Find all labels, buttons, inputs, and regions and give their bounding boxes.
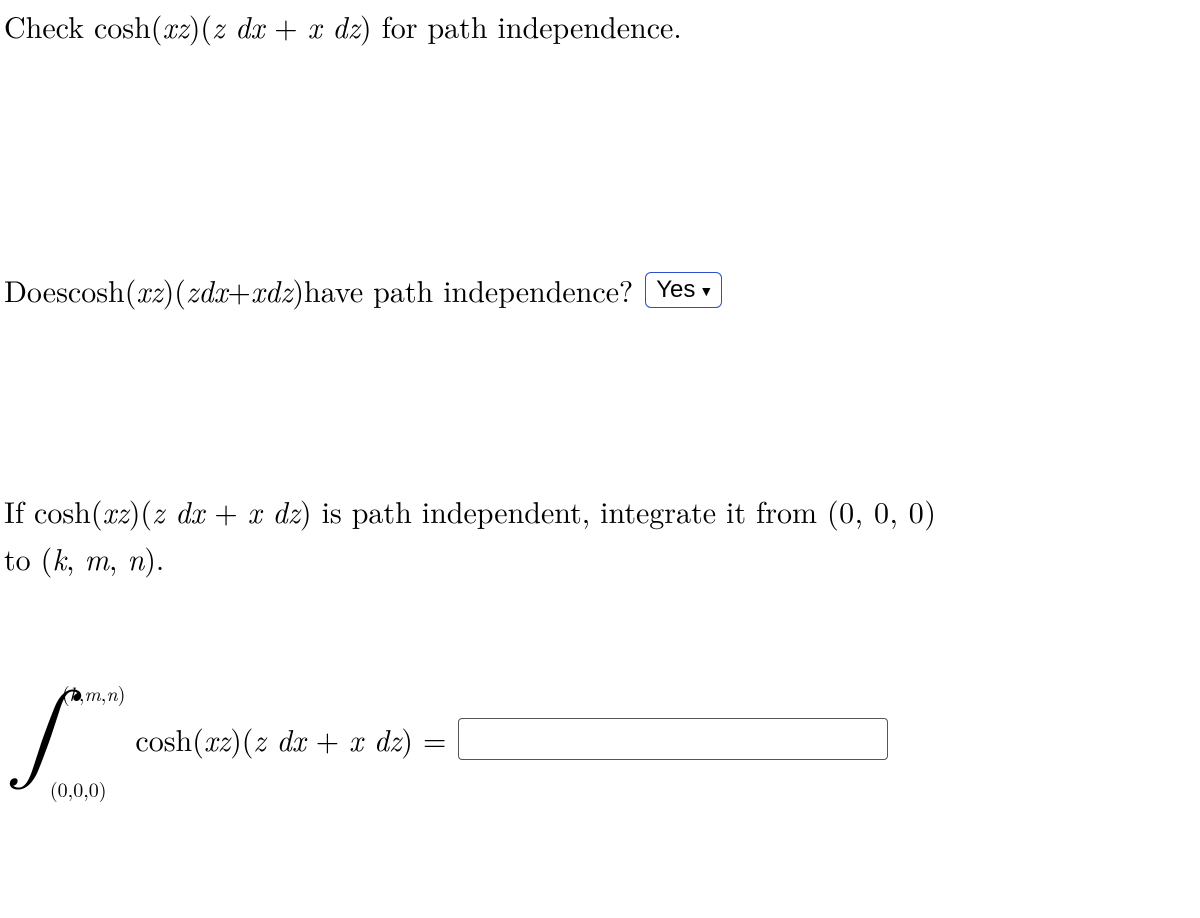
to-open: (: [41, 536, 53, 579]
prompt-line: Check cosh(xz)(z dx + x dz) for path ind…: [4, 8, 1190, 44]
dz: dz: [265, 272, 293, 308]
arg-xz: xz: [136, 272, 162, 308]
var-z: z: [212, 4, 224, 47]
plus: +: [204, 489, 247, 532]
dz: dz: [322, 4, 360, 47]
var-z: z: [253, 717, 265, 760]
var-x: x: [349, 717, 363, 760]
question-line: Does cosh(xz)(z dx + x dz) have path ind…: [4, 272, 1190, 308]
from-point: (0, 0, 0): [827, 489, 937, 532]
lower-limit: (0,0,0): [50, 777, 107, 801]
dx: dx: [198, 272, 227, 308]
path-independence-dropdown[interactable]: Yes ▼: [645, 272, 722, 308]
integrand: cosh(xz)(z dx + x dz): [135, 721, 413, 757]
paren-mid: )(: [163, 272, 186, 308]
paren-mid: )(: [129, 489, 152, 532]
plus: +: [306, 717, 349, 760]
dx: dx: [224, 4, 264, 47]
integral-line: ∫ (k,m,n) (0,0,0) cosh(xz)(z dx + x dz) …: [4, 691, 1190, 787]
plus: +: [264, 4, 307, 47]
to-m: m: [85, 536, 110, 579]
chevron-down-icon: ▼: [699, 283, 713, 300]
integral-answer-input[interactable]: [458, 718, 888, 760]
cosh-fn: cosh(: [94, 4, 163, 47]
var-z: z: [152, 489, 164, 532]
dz: dz: [262, 489, 300, 532]
arg-xz: xz: [204, 717, 230, 760]
arg-xz: xz: [162, 4, 188, 47]
var-x: x: [251, 272, 265, 308]
dx: dx: [164, 489, 204, 532]
arg-xz: xz: [103, 489, 129, 532]
equals-sign: =: [423, 721, 446, 757]
to-word: to: [4, 536, 41, 579]
to-n: n: [127, 536, 144, 579]
paren-close: ): [300, 489, 312, 532]
plus: +: [227, 272, 250, 308]
integral-limits: (k,m,n) (0,0,0): [64, 691, 128, 787]
paren-mid: )(: [189, 4, 212, 47]
var-x: x: [308, 4, 322, 47]
to-c1: ,: [66, 536, 84, 579]
cosh-fn: cosh(: [135, 717, 204, 760]
paren-close: ): [401, 717, 413, 760]
instruction-prefix: If: [4, 489, 34, 532]
paren-mid: )(: [230, 717, 253, 760]
instruction-mid: is path independent, integrate it from: [312, 489, 827, 532]
to-c2: ,: [109, 536, 127, 579]
var-z: z: [186, 272, 198, 308]
prompt-prefix: Check: [4, 4, 94, 47]
dx: dx: [266, 717, 306, 760]
dz: dz: [363, 717, 401, 760]
question-prefix: Does: [4, 272, 68, 308]
to-close: ).: [144, 536, 164, 579]
instruction-paragraph: If cosh(xz)(z dx + x dz) is path indepen…: [4, 488, 1190, 581]
var-x: x: [248, 489, 262, 532]
integral-symbol-group: ∫ (k,m,n) (0,0,0): [10, 691, 127, 787]
paren-close: ): [292, 272, 304, 308]
cosh-fn: cosh(: [34, 489, 103, 532]
prompt-suffix: for path independence.: [372, 4, 682, 47]
upper-limit: (k,m,n): [62, 681, 126, 705]
question-suffix: have path independence?: [304, 272, 633, 308]
integral-icon: ∫: [10, 697, 70, 774]
cosh-fn: cosh(: [68, 272, 137, 308]
dropdown-value: Yes: [656, 276, 695, 305]
to-k: k: [52, 536, 66, 579]
paren-close: ): [360, 4, 372, 47]
